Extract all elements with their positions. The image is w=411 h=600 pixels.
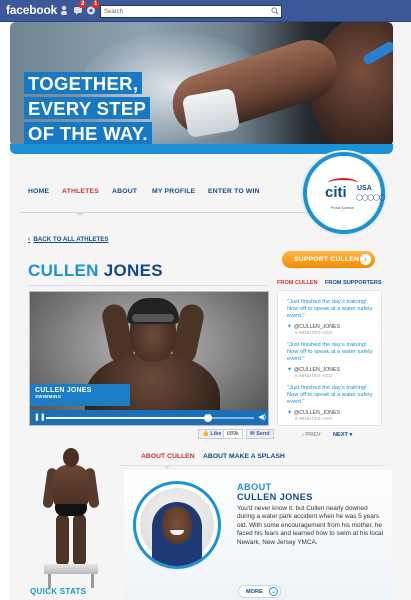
feed-next-link[interactable]: NEXT ▾ <box>333 432 352 438</box>
about-heading: ABOUT <box>237 482 272 492</box>
hero-tagline-line-3: OF THE WAY. <box>24 122 152 144</box>
tweet-time: 5 MINUTES AGO <box>295 373 333 378</box>
hero-tagline-line-1: TOGETHER, <box>24 72 143 94</box>
sponsor-tagline: Proud Sponsor <box>331 206 355 210</box>
more-label: MORE <box>246 589 263 595</box>
video-progress-fill <box>46 417 209 419</box>
usa-team-logo: USA <box>357 185 372 192</box>
search-placeholder: Search <box>104 9 124 15</box>
video-athlete-name: CULLEN JONES <box>35 387 92 394</box>
tweet-time: 5 MINUTES AGO <box>295 416 333 421</box>
notifications-badge: 1 <box>92 1 100 8</box>
facebook-like-button[interactable]: 👍 Like <box>198 429 226 439</box>
olympic-rings-icon: ◯◯◯◯◯ <box>356 195 386 201</box>
chevron-down-icon: ▾ <box>347 432 353 438</box>
friend-requests-icon[interactable] <box>60 5 70 16</box>
athlete-name-heading: CULLEN JONES <box>28 261 163 281</box>
arrow-right-icon: › <box>360 254 371 265</box>
figure-head <box>63 448 79 467</box>
twitter-bird-icon: ✦ <box>287 324 293 330</box>
nav-home[interactable]: HOME <box>28 188 49 195</box>
pause-icon[interactable]: ❚❚ <box>34 414 46 422</box>
athlete-portrait <box>133 481 221 569</box>
figure-torso <box>53 465 89 507</box>
facebook-send-button[interactable]: ✉ Send <box>246 429 274 439</box>
figure-leg-right <box>73 514 86 566</box>
facebook-top-bar: facebook 2 1 Search <box>0 0 411 22</box>
tab-about-athlete[interactable]: ABOUT CULLEN <box>141 453 195 460</box>
starting-block <box>44 564 98 574</box>
active-tab-pointer-icon <box>163 465 171 469</box>
tweet-text: "Just finished the day's training! Now o… <box>287 299 373 319</box>
tweet-text: "Just finished the day's training! Now o… <box>287 385 373 405</box>
tweet-item[interactable]: "Just finished the day's training! Now o… <box>287 342 379 378</box>
send-icon: ✉ <box>250 431 255 437</box>
prev-label: PREV <box>305 432 321 438</box>
support-athlete-button[interactable]: SUPPORT CULLEN › <box>282 251 375 268</box>
about-body-text: You'd never know it, but Cullen nearly d… <box>237 505 383 546</box>
tab-about-make-a-splash[interactable]: ABOUT MAKE A SPLASH <box>203 453 285 460</box>
facebook-search-input[interactable]: Search <box>100 5 282 18</box>
support-button-label: SUPPORT CULLEN <box>294 256 360 263</box>
nav-athletes[interactable]: ATHLETES <box>62 188 99 195</box>
citi-logo: citi <box>325 184 347 201</box>
portrait-face <box>162 506 192 544</box>
video-athlete-sport: SWIMMING <box>35 394 62 399</box>
wrist-tape-image <box>181 87 241 139</box>
like-count: 689k <box>223 429 243 439</box>
nav-divider <box>20 212 305 213</box>
video-player[interactable]: CULLEN JONES SWIMMING ❚❚ ◀) <box>29 291 269 426</box>
name-divider <box>28 285 268 286</box>
twitter-bird-icon: ✦ <box>287 410 293 416</box>
next-label: NEXT <box>333 432 348 438</box>
like-label: Like <box>210 431 222 437</box>
facebook-logo[interactable]: facebook <box>6 3 57 17</box>
video-scrubber-handle[interactable] <box>204 414 213 422</box>
bottom-tabs-divider <box>120 465 383 466</box>
athlete-last-name: JONES <box>103 261 163 280</box>
back-link-label: BACK TO ALL ATHLETES <box>33 236 109 243</box>
chevron-down-icon: ⌄ <box>269 587 278 596</box>
figure-swim-trunks <box>55 504 87 516</box>
starting-block-legs <box>48 574 94 588</box>
video-name-tag: CULLEN JONES SWIMMING <box>30 384 130 406</box>
tweet-time: 5 MINUTES AGO <box>295 330 333 335</box>
like-icon: 👍 <box>202 431 209 437</box>
chevron-left-icon: ‹ <box>28 236 31 243</box>
tweet-text: "Just finished the day's training! Now o… <box>287 342 373 362</box>
video-controls: ❚❚ ◀) <box>30 410 268 425</box>
active-tab-pointer-icon <box>76 212 84 216</box>
twitter-bird-icon: ✦ <box>287 367 293 373</box>
athlete-first-name: CULLEN <box>28 261 99 280</box>
swim-goggles <box>132 314 174 322</box>
search-icon[interactable] <box>271 7 279 15</box>
citi-sponsor-badge[interactable]: citi USA ◯◯◯◯◯ Proud Sponsor <box>303 152 386 234</box>
tweet-item[interactable]: "Just finished the day's training! Now o… <box>287 299 379 335</box>
send-label: Send <box>256 431 270 437</box>
tab-from-athlete[interactable]: FROM CULLEN <box>277 280 318 286</box>
volume-icon[interactable]: ◀) <box>258 414 266 422</box>
figure-leg-left <box>56 514 69 566</box>
feed-prev-link[interactable]: ‹ PREV <box>302 432 321 438</box>
twitter-feed: "Just finished the day's training! Now o… <box>277 290 382 426</box>
hero-tagline-line-2: EVERY STEP <box>24 97 151 119</box>
about-athlete-name: CULLEN JONES <box>237 492 313 502</box>
nav-enter-to-win[interactable]: ENTER TO WIN <box>208 188 260 195</box>
tweet-item[interactable]: "Just finished the day's training! Now o… <box>287 385 379 421</box>
athlete-full-body-image <box>38 440 104 588</box>
more-button[interactable]: MORE ⌄ <box>238 585 281 598</box>
nav-about[interactable]: ABOUT <box>112 188 137 195</box>
quick-stats-heading[interactable]: QUICK STATS <box>30 587 86 596</box>
tab-from-supporters[interactable]: FROM SUPPORTERS <box>325 280 382 286</box>
back-to-athletes-link[interactable]: ‹ BACK TO ALL ATHLETES <box>28 236 109 243</box>
nav-my-profile[interactable]: MY PROFILE <box>152 188 195 195</box>
